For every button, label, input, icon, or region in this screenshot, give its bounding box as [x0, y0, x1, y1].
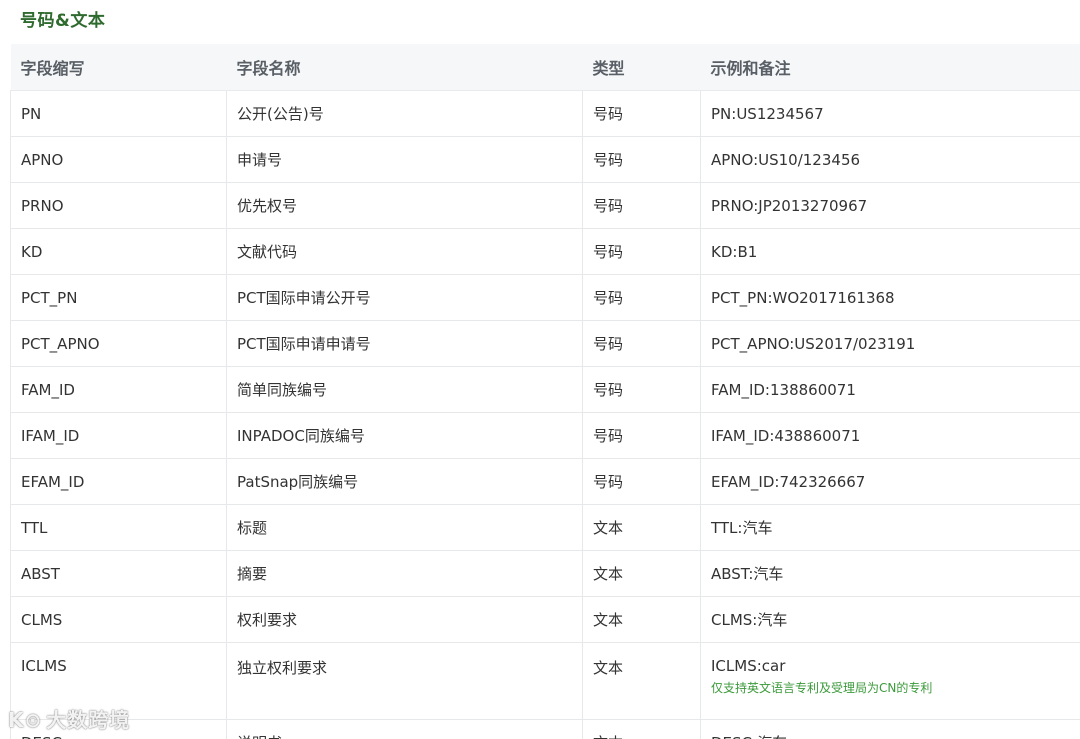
cell-type: 文本	[582, 596, 701, 643]
cell-example: ICLMS:car	[711, 657, 786, 675]
cell-abbr: CLMS	[10, 596, 227, 643]
table-row: TTL 标题 文本 TTL:汽车	[10, 504, 1080, 551]
watermark-logo: K⊙	[8, 708, 43, 732]
cell-example: PCT_APNO:US2017/023191	[700, 320, 1080, 367]
cell-example: DESC:汽车	[700, 719, 1080, 739]
cell-abbr: APNO	[10, 136, 227, 183]
cell-abbr: PN	[10, 90, 227, 137]
cell-type: 文本	[582, 550, 701, 597]
cell-abbr: TTL	[10, 504, 227, 551]
table-row: PCT_APNO PCT国际申请申请号 号码 PCT_APNO:US2017/0…	[10, 320, 1080, 367]
cell-example: FAM_ID:138860071	[700, 366, 1080, 413]
table-row: PCT_PN PCT国际申请公开号 号码 PCT_PN:WO2017161368	[10, 274, 1080, 321]
cell-abbr: PCT_APNO	[10, 320, 227, 367]
cell-name: INPADOC同族编号	[226, 412, 583, 459]
table-row: KD 文献代码 号码 KD:B1	[10, 228, 1080, 275]
cell-type: 号码	[582, 136, 701, 183]
cell-type: 号码	[582, 90, 701, 137]
watermark-text: 大数跨境	[46, 708, 131, 732]
table-row: CLMS 权利要求 文本 CLMS:汽车	[10, 596, 1080, 643]
cell-name: 公开(公告)号	[226, 90, 583, 137]
cell-name: 文献代码	[226, 228, 583, 275]
cell-name: 摘要	[226, 550, 583, 597]
cell-name: PCT国际申请申请号	[226, 320, 583, 367]
cell-type: 号码	[582, 182, 701, 229]
table-row: EFAM_ID PatSnap同族编号 号码 EFAM_ID:742326667	[10, 458, 1080, 505]
cell-name: 说明书	[226, 719, 583, 739]
cell-abbr: PRNO	[10, 182, 227, 229]
table-row: IFAM_ID INPADOC同族编号 号码 IFAM_ID:438860071	[10, 412, 1080, 459]
watermark: K⊙ 大数跨境	[8, 704, 130, 733]
cell-example: TTL:汽车	[700, 504, 1080, 551]
cell-abbr: KD	[10, 228, 227, 275]
cell-type: 号码	[582, 320, 701, 367]
cell-example: PRNO:JP2013270967	[700, 182, 1080, 229]
cell-type: 文本	[582, 642, 701, 720]
cell-example: PN:US1234567	[700, 90, 1080, 137]
table-header-row: 字段缩写 字段名称 类型 示例和备注	[10, 44, 1080, 91]
cell-name: PCT国际申请公开号	[226, 274, 583, 321]
cell-abbr: PCT_PN	[10, 274, 227, 321]
cell-example: APNO:US10/123456	[700, 136, 1080, 183]
cell-name: 独立权利要求	[226, 642, 583, 720]
cell-example: PCT_PN:WO2017161368	[700, 274, 1080, 321]
cell-name: 权利要求	[226, 596, 583, 643]
cell-type: 号码	[582, 366, 701, 413]
cell-type: 号码	[582, 228, 701, 275]
cell-name: 申请号	[226, 136, 583, 183]
cell-example-with-note: ICLMS:car 仅支持英文语言专利及受理局为CN的专利	[700, 642, 1080, 720]
header-name: 字段名称	[226, 44, 583, 91]
cell-example: CLMS:汽车	[700, 596, 1080, 643]
table-row: PN 公开(公告)号 号码 PN:US1234567	[10, 90, 1080, 137]
cell-abbr: FAM_ID	[10, 366, 227, 413]
cell-type: 号码	[582, 412, 701, 459]
cell-type: 文本	[582, 719, 701, 739]
header-abbr: 字段缩写	[10, 44, 227, 91]
table-row: PRNO 优先权号 号码 PRNO:JP2013270967	[10, 182, 1080, 229]
cell-name: 简单同族编号	[226, 366, 583, 413]
cell-note: 仅支持英文语言专利及受理局为CN的专利	[711, 681, 933, 695]
cell-name: PatSnap同族编号	[226, 458, 583, 505]
header-type: 类型	[582, 44, 701, 91]
cell-example: ABST:汽车	[700, 550, 1080, 597]
cell-type: 号码	[582, 458, 701, 505]
cell-name: 优先权号	[226, 182, 583, 229]
cell-abbr: EFAM_ID	[10, 458, 227, 505]
cell-example: EFAM_ID:742326667	[700, 458, 1080, 505]
table-row: FAM_ID 简单同族编号 号码 FAM_ID:138860071	[10, 366, 1080, 413]
table-row: ABST 摘要 文本 ABST:汽车	[10, 550, 1080, 597]
cell-abbr: ABST	[10, 550, 227, 597]
cell-example: KD:B1	[700, 228, 1080, 275]
cell-abbr: IFAM_ID	[10, 412, 227, 459]
header-example: 示例和备注	[700, 44, 1080, 91]
page: 号码&文本 字段缩写 字段名称 类型 示例和备注 PN 公开(公告)号 号码 P…	[0, 0, 1080, 739]
section-title: 号码&文本	[20, 11, 106, 31]
cell-example: IFAM_ID:438860071	[700, 412, 1080, 459]
cell-type: 号码	[582, 274, 701, 321]
table-row: ICLMS 独立权利要求 文本 ICLMS:car 仅支持英文语言专利及受理局为…	[10, 642, 1080, 720]
cell-name: 标题	[226, 504, 583, 551]
cell-type: 文本	[582, 504, 701, 551]
fields-table: 字段缩写 字段名称 类型 示例和备注 PN 公开(公告)号 号码 PN:US12…	[10, 44, 1080, 739]
table-row: DESC 说明书 文本 DESC:汽车	[10, 719, 1080, 739]
table-row: APNO 申请号 号码 APNO:US10/123456	[10, 136, 1080, 183]
